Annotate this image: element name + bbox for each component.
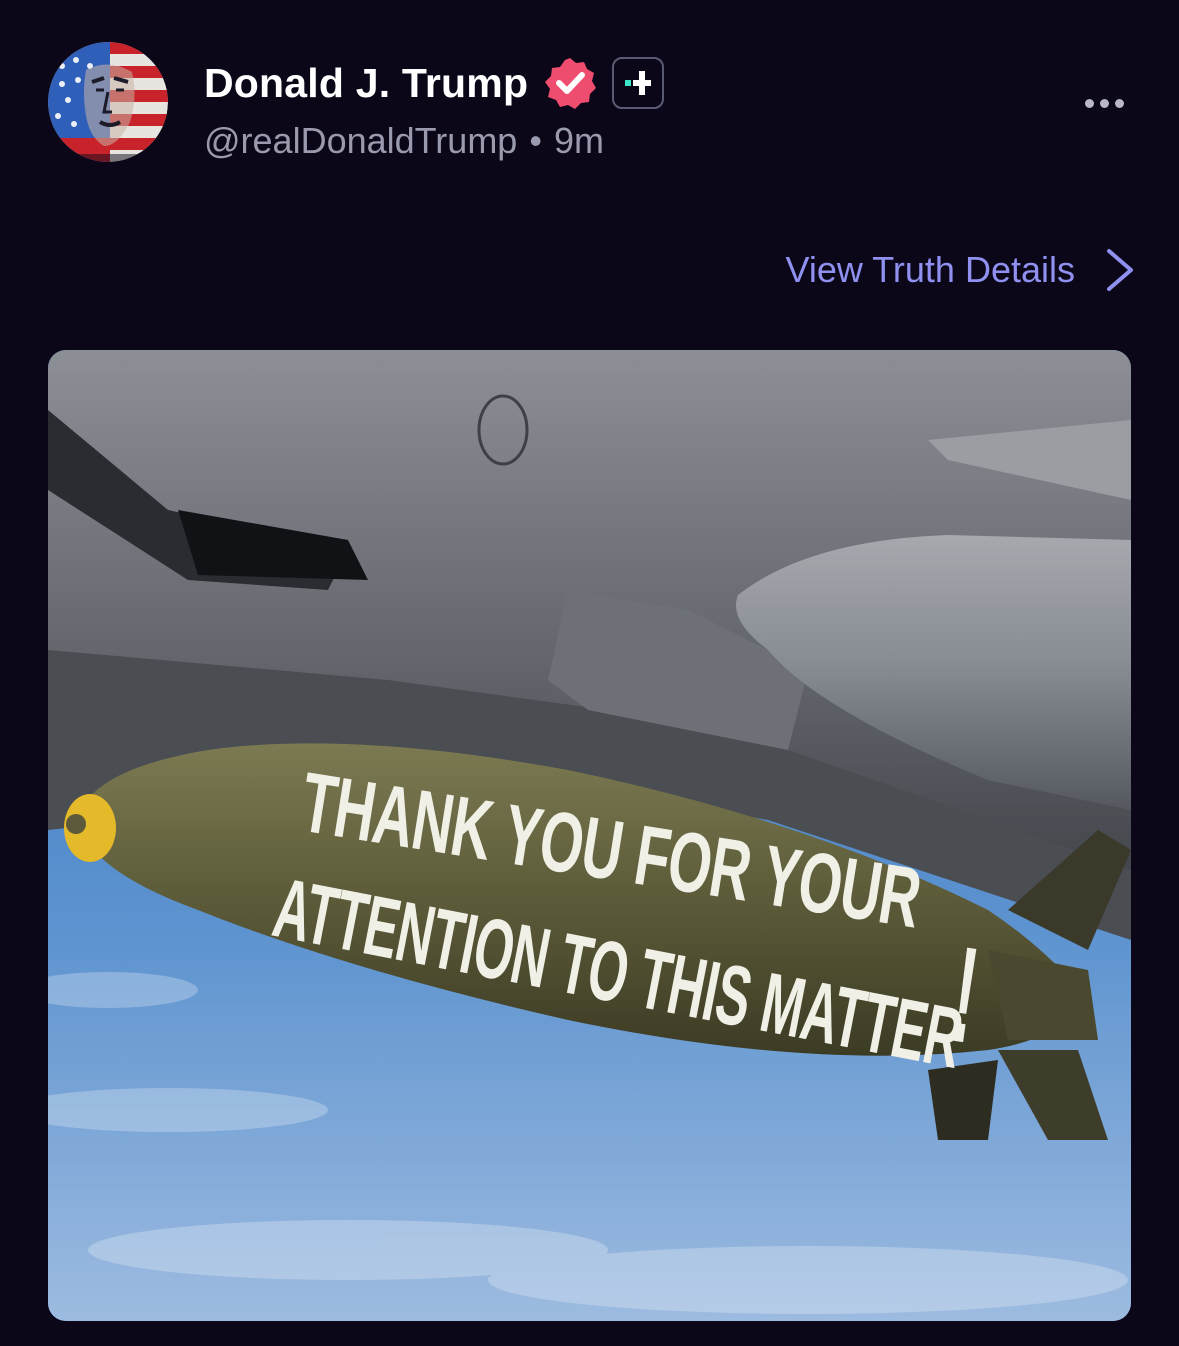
view-truth-details-link[interactable]: View Truth Details [786,244,1135,296]
more-options-icon-dot [1099,98,1109,108]
avatar[interactable] [48,42,168,162]
more-options-button[interactable] [1074,86,1134,120]
author-display-name[interactable]: Donald J. Trump [204,60,528,107]
meta-separator: • [529,120,542,161]
flag-portrait-avatar-icon [48,42,168,162]
view-truth-details-label: View Truth Details [785,249,1075,290]
truth-plus-icon [612,57,665,109]
author-handle[interactable]: @realDonaldTrump [204,120,517,162]
more-options-icon-dot [1084,98,1094,108]
bomb-under-jet-photo: THANK YOU FOR YOUR ATTENTION TO THIS MAT… [48,350,1131,1321]
author-meta-row: @realDonaldTrump • 9m [204,118,604,164]
post-media-image[interactable]: THANK YOU FOR YOUR ATTENTION TO THIS MAT… [48,350,1131,1321]
chevron-right-icon [1107,249,1133,291]
author-name-row: Donald J. Trump [204,54,665,112]
plus-icon [625,71,652,95]
verified-badge-icon [545,58,597,109]
truth-post-screen: Donald J. Trump @realDonaldTrump • 9m Vi… [0,0,1179,1346]
post-timestamp: 9m [553,120,604,161]
more-options-icon-dot [1114,98,1124,108]
